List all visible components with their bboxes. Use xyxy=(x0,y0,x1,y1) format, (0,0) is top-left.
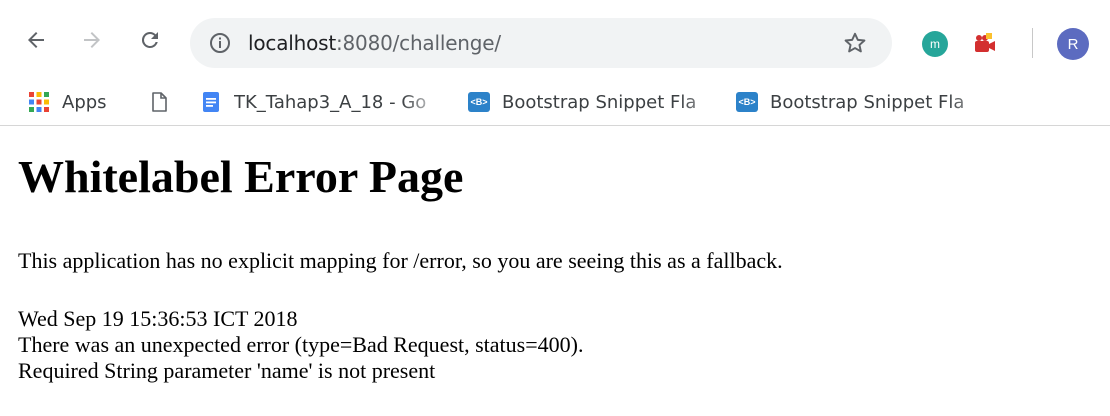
extension-camera-icon[interactable] xyxy=(972,31,998,57)
error-detail: Required String parameter 'name' is not … xyxy=(18,358,436,383)
back-button[interactable] xyxy=(20,24,52,56)
bootstrap-icon-text: <B> xyxy=(736,92,758,112)
address-bar[interactable]: localhost:8080/challenge/ xyxy=(190,18,892,68)
bookmark-page[interactable] xyxy=(148,87,182,117)
extension-m-label: m xyxy=(930,37,940,51)
extension-m-icon[interactable]: m xyxy=(922,31,948,57)
video-camera-icon xyxy=(975,33,995,52)
reload-button[interactable] xyxy=(134,24,166,56)
bookmark-label: Bootstrap Snippet Fla xyxy=(770,91,965,113)
bookmark-bootstrap-2[interactable]: <B> Bootstrap Snippet Fla xyxy=(736,87,994,117)
bookmark-label: Apps xyxy=(62,91,107,113)
info-icon[interactable] xyxy=(208,31,232,55)
forward-button[interactable] xyxy=(76,24,108,56)
browser-toolbar: localhost:8080/challenge/ m R xyxy=(0,0,1110,78)
url-host: localhost xyxy=(248,31,336,55)
profile-avatar[interactable]: R xyxy=(1057,28,1089,60)
bookmark-bootstrap-1[interactable]: <B> Bootstrap Snippet Fla xyxy=(468,87,726,117)
page-icon xyxy=(148,91,170,113)
bookmark-label: TK_Tahap3_A_18 - Go xyxy=(234,91,427,113)
reload-icon xyxy=(141,31,158,48)
google-docs-icon xyxy=(200,91,222,113)
url-path: :8080/challenge/ xyxy=(335,31,501,55)
avatar-initial: R xyxy=(1067,35,1079,53)
bootstrap-icon: <B> xyxy=(736,91,758,113)
bookmark-tk-tahap3[interactable]: TK_Tahap3_A_18 - Go xyxy=(200,87,444,117)
url-text[interactable]: localhost:8080/challenge/ xyxy=(248,29,501,57)
bookmark-label: Bootstrap Snippet Fla xyxy=(502,91,697,113)
error-description: There was an unexpected error (type=Bad … xyxy=(18,332,584,357)
toolbar-separator xyxy=(1032,28,1033,58)
bookmark-star-icon[interactable] xyxy=(842,30,868,56)
bootstrap-icon-text: <B> xyxy=(468,92,490,112)
bootstrap-icon: <B> xyxy=(468,91,490,113)
arrow-right-icon xyxy=(84,32,100,48)
bookmark-apps[interactable]: Apps xyxy=(28,87,107,117)
error-timestamp: Wed Sep 19 15:36:53 ICT 2018 xyxy=(18,306,298,331)
bookmarks-bar: Apps TK_Tahap3_A_18 - Go <B> Bootstrap S… xyxy=(0,78,1110,126)
error-message: This application has no explicit mapping… xyxy=(18,248,783,273)
apps-grid-icon xyxy=(28,91,50,113)
page-title: Whitelabel Error Page xyxy=(18,151,464,202)
arrow-left-icon xyxy=(28,32,44,48)
